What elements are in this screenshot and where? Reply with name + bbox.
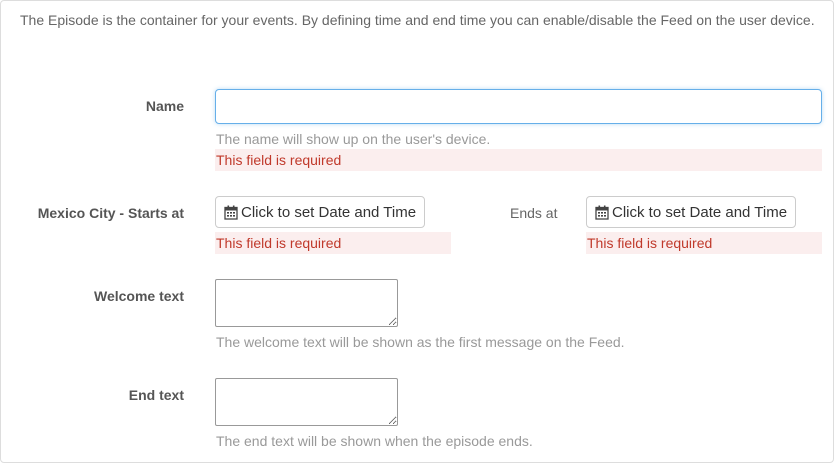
episode-form-panel: The Episode is the container for your ev… <box>0 0 834 463</box>
name-help-text: The name will show up on the user's devi… <box>216 131 491 147</box>
calendar-icon <box>224 205 238 220</box>
end-text-help-text: The end text will be shown when the epis… <box>216 433 533 449</box>
welcome-text-input[interactable] <box>215 279 398 327</box>
end-text-label: End text <box>128 387 184 403</box>
start-error: This field is required <box>215 232 451 254</box>
end-text-input[interactable] <box>215 378 398 426</box>
end-datetime-button-label: Click to set Date and Time <box>612 203 788 221</box>
welcome-help-text: The welcome text will be shown as the fi… <box>216 334 625 350</box>
intro-text: The Episode is the container for your ev… <box>20 12 815 28</box>
name-label: Name <box>145 98 184 114</box>
end-error: This field is required <box>586 232 822 254</box>
start-datetime-button[interactable]: Click to set Date and Time <box>215 196 426 228</box>
start-datetime-button-label: Click to set Date and Time <box>241 203 417 221</box>
end-datetime-button[interactable]: Click to set Date and Time <box>586 196 797 228</box>
calendar-icon <box>595 205 609 220</box>
name-error: This field is required <box>215 149 822 171</box>
ends-at-label: Ends at <box>510 205 558 221</box>
starts-at-label: Mexico City - Starts at <box>37 205 184 221</box>
name-input[interactable] <box>215 89 822 124</box>
welcome-text-label: Welcome text <box>94 288 184 304</box>
